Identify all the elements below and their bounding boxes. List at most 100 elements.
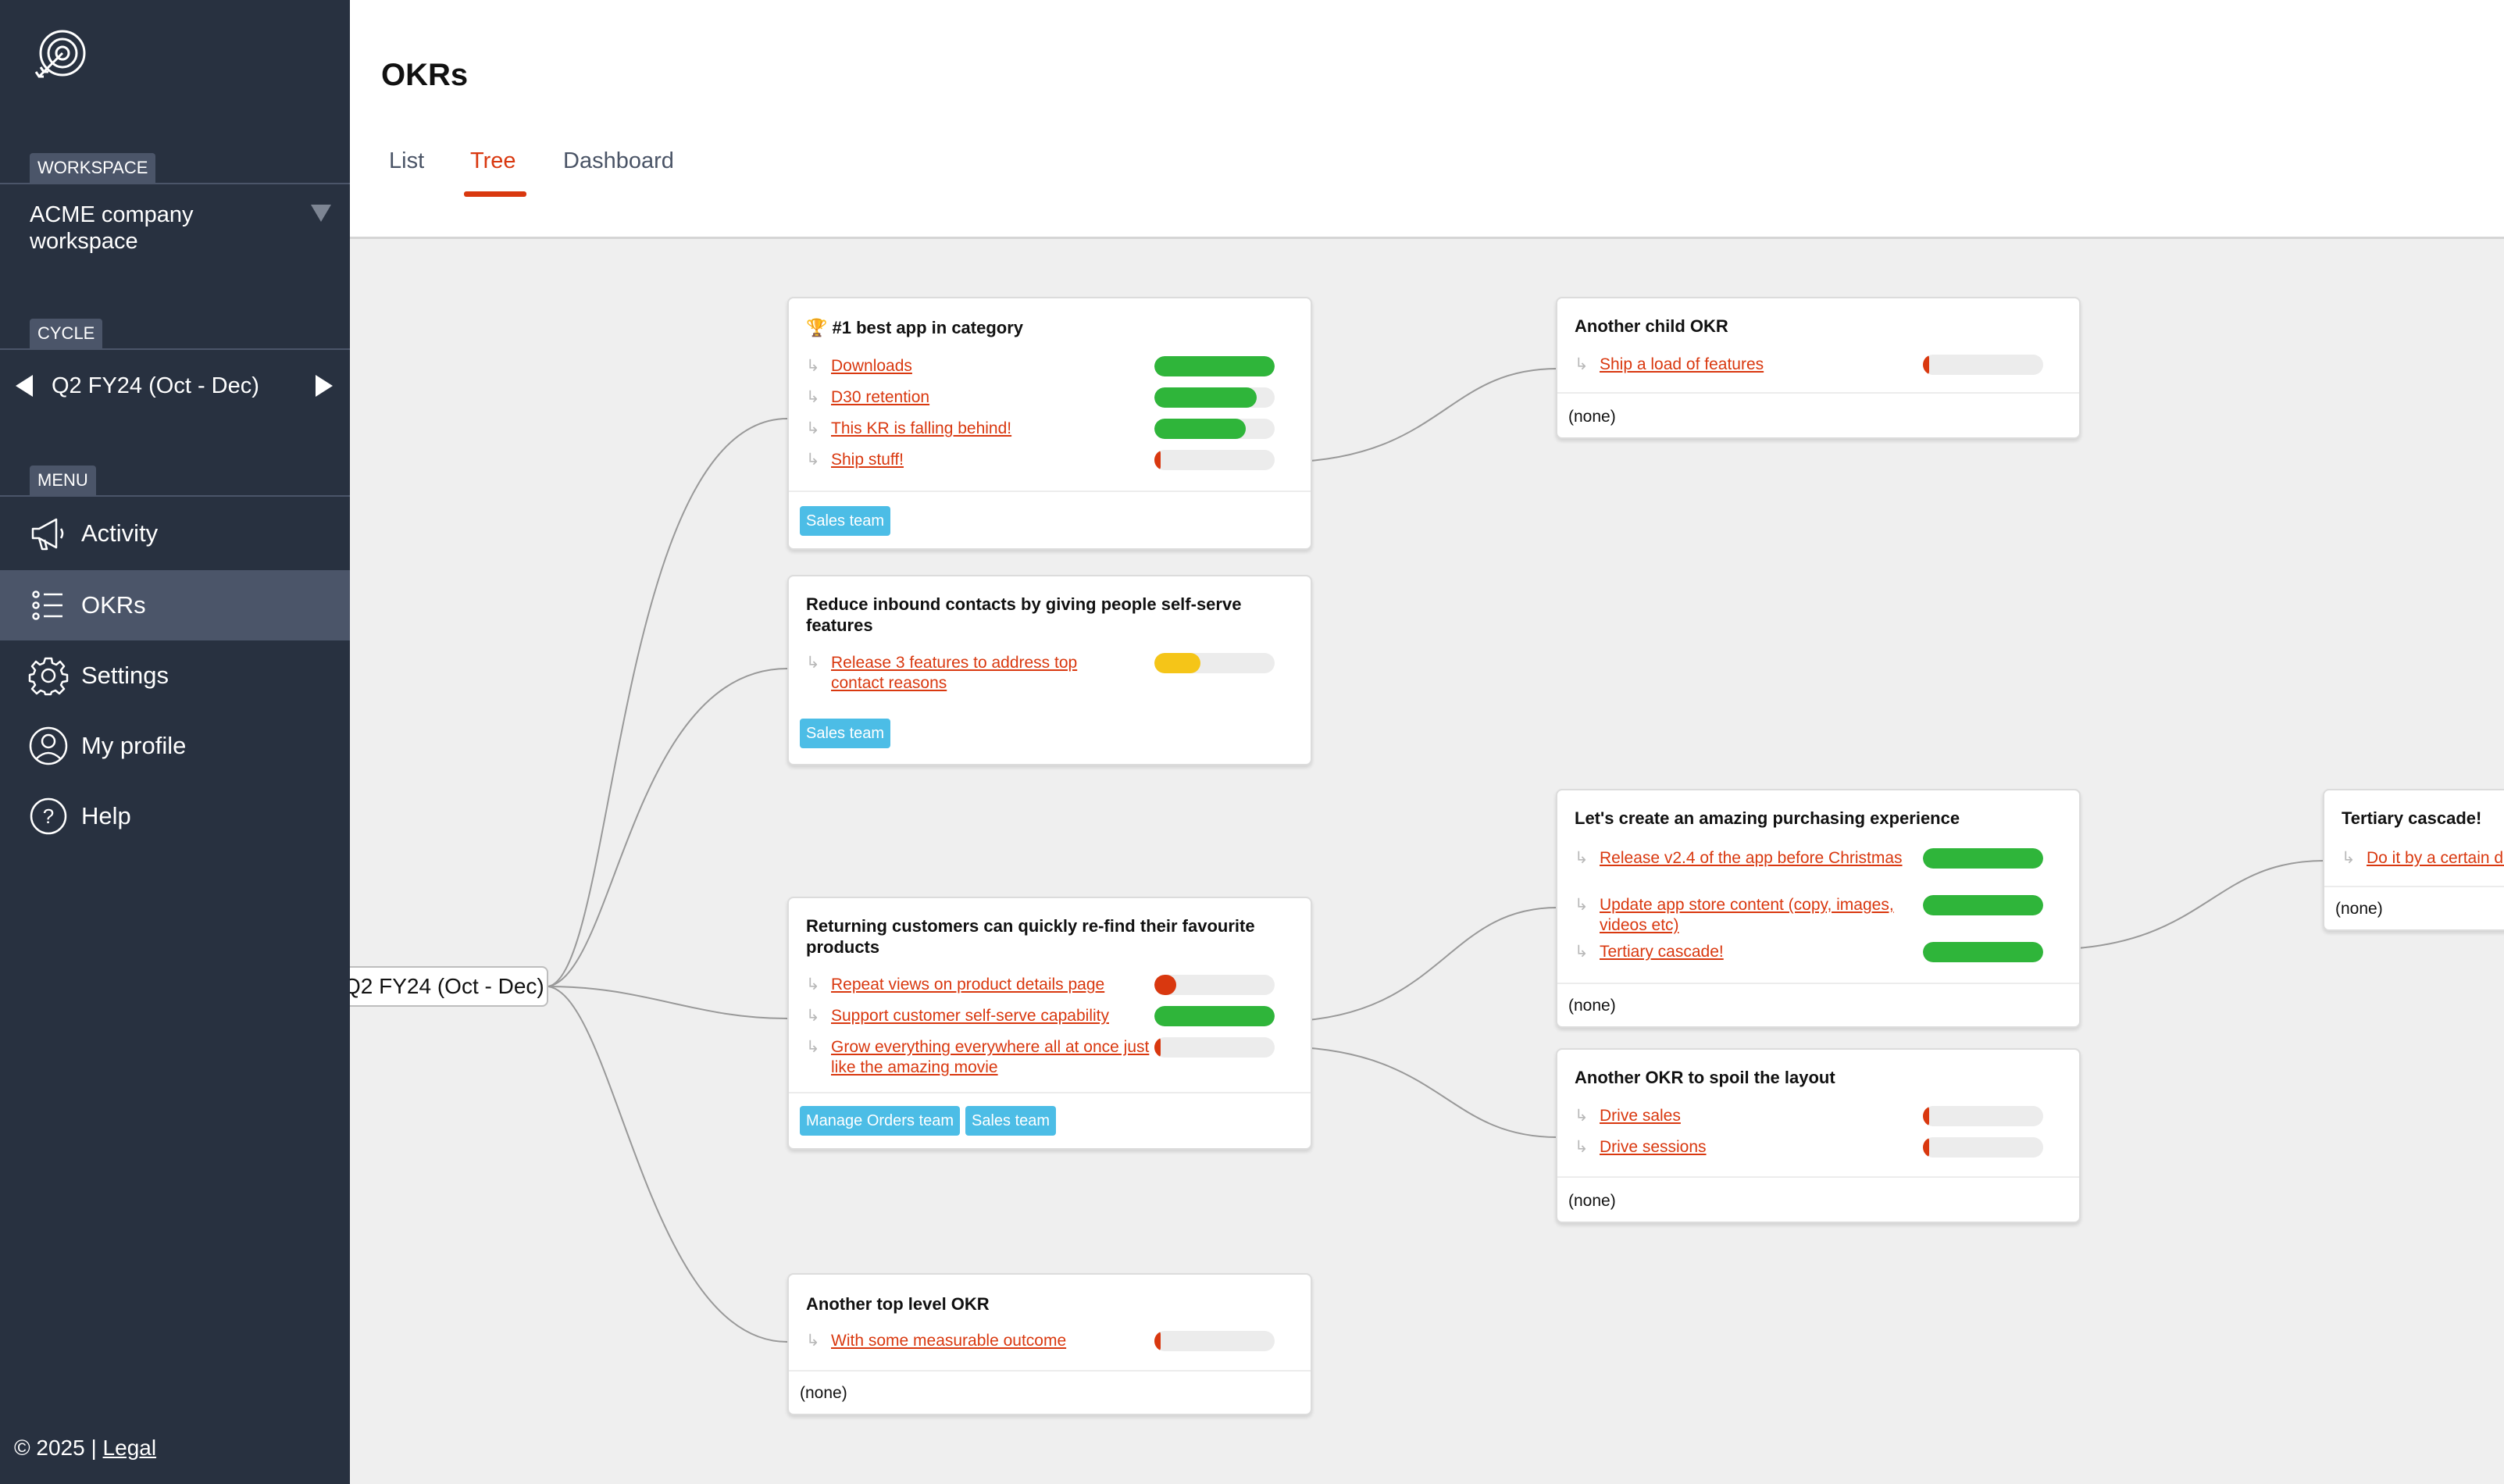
kr-link[interactable]: Update app store content (copy, images, … <box>1600 895 1920 936</box>
kr-link[interactable]: Ship a load of features <box>1600 355 1764 373</box>
okr-title: Returning customers can quickly re-find … <box>806 916 1255 957</box>
progress-fill <box>1154 1331 1161 1351</box>
kr-link[interactable]: Ship stuff! <box>831 451 904 469</box>
progress-fill <box>1923 942 2043 962</box>
kr-link[interactable]: Drive sessions <box>1600 1138 1707 1156</box>
okr-tree-canvas[interactable]: Q2 FY24 (Oct - Dec) 🏆 #1 best app in cat… <box>350 239 2504 1484</box>
sidebar-item-label: Settings <box>81 662 169 689</box>
key-result: ↳ Drive sales <box>1575 1106 1903 1126</box>
legal-link[interactable]: Legal <box>103 1436 157 1460</box>
okr-title: Let's create an amazing purchasing exper… <box>1575 808 1960 828</box>
card-divider <box>1557 1176 2079 1178</box>
cycle-divider <box>0 348 350 350</box>
megaphone-icon <box>31 518 64 551</box>
progress-bar <box>1154 653 1275 673</box>
team-tag[interactable]: Sales team <box>800 506 891 536</box>
card-divider <box>789 491 1311 492</box>
kr-link[interactable]: Support customer self-serve capability <box>831 1007 1109 1025</box>
progress-bar <box>1154 1006 1275 1026</box>
cycle-root-node[interactable]: Q2 FY24 (Oct - Dec) <box>350 966 548 1007</box>
okr-card-best-app[interactable]: 🏆 #1 best app in category ↳ Downloads ↳ D3… <box>787 297 1312 550</box>
key-result: ↳ Downloads <box>806 356 1134 376</box>
help-icon: ? <box>30 797 67 835</box>
child-arrow-icon: ↳ <box>1575 943 1589 961</box>
key-result: ↳ Drive sessions <box>1575 1137 1903 1158</box>
child-arrow-icon: ↳ <box>806 1007 820 1025</box>
kr-link[interactable]: Drive sales <box>1600 1107 1681 1125</box>
tab-tree[interactable]: Tree <box>470 148 516 174</box>
key-result: ↳ Support customer self-serve capability <box>806 1006 1134 1026</box>
sidebar-item-activity[interactable]: Activity <box>0 498 350 569</box>
page-header: OKRs List Tree Dashboard <box>350 0 2504 239</box>
next-cycle-icon[interactable] <box>316 375 333 397</box>
no-teams-text: (none) <box>1568 1192 1616 1210</box>
sidebar-item-settings[interactable]: Settings <box>0 640 350 711</box>
kr-link[interactable]: Grow everything everywhere all at once j… <box>831 1037 1151 1078</box>
kr-link[interactable]: Release v2.4 of the app before Christmas <box>1600 848 1912 869</box>
page-title: OKRs <box>381 58 469 92</box>
okr-card-another-child[interactable]: Another child OKR ↳ Ship a load of featur… <box>1556 297 2081 439</box>
no-teams-text: (none) <box>800 1384 847 1402</box>
okr-card-purchasing-experience[interactable]: Let's create an amazing purchasing exper… <box>1556 789 2081 1028</box>
progress-bar <box>1154 1037 1275 1058</box>
connector-line <box>1278 907 1558 1029</box>
card-divider <box>1557 392 2079 394</box>
team-tag[interactable]: Sales team <box>965 1106 1057 1136</box>
key-result: ↳ Release v2.4 of the app before Christma… <box>1575 848 1903 869</box>
okr-title: Tertiary cascade! <box>2342 808 2482 828</box>
team-tag[interactable]: Manage Orders team <box>800 1106 960 1136</box>
sidebar-item-okrs[interactable]: OKRs <box>0 570 350 640</box>
kr-link[interactable]: Repeat views on product details page <box>831 976 1104 993</box>
okr-card-spoil-layout[interactable]: Another OKR to spoil the layout ↳ Drive s… <box>1556 1048 2081 1223</box>
kr-link[interactable]: Do it by a certain date <box>2367 849 2504 867</box>
sidebar-item-help[interactable]: ? Help <box>0 781 350 851</box>
list-icon <box>32 590 62 620</box>
kr-link[interactable]: Release 3 features to address top contac… <box>831 653 1120 694</box>
progress-fill <box>1923 1137 1929 1158</box>
okr-card-tertiary-cascade[interactable]: Tertiary cascade! ↳ Do it by a certain da… <box>2323 789 2504 931</box>
key-result: ↳ Grow everything everywhere all at once … <box>806 1037 1149 1076</box>
okr-card-reduce-inbound[interactable]: Reduce inbound contacts by giving people… <box>787 575 1312 765</box>
no-teams-text: (none) <box>1568 408 1616 426</box>
menu-divider <box>0 495 350 497</box>
card-divider <box>1557 983 2079 984</box>
kr-link[interactable]: Downloads <box>831 357 912 375</box>
progress-bar <box>1154 1331 1275 1351</box>
target-logo-icon[interactable] <box>31 28 94 91</box>
key-result: ↳ Release 3 features to address top conta… <box>806 653 1134 692</box>
child-arrow-icon: ↳ <box>1575 355 1589 373</box>
child-arrow-icon: ↳ <box>806 976 820 993</box>
connector-line <box>548 986 788 1343</box>
child-arrow-icon: ↳ <box>1575 1138 1589 1156</box>
kr-link[interactable]: Tertiary cascade! <box>1600 943 1724 961</box>
child-arrow-icon: ↳ <box>806 1332 820 1350</box>
progress-fill <box>1154 975 1176 995</box>
cycle-selector: Q2 FY24 (Oct - Dec) <box>0 367 350 406</box>
key-result: ↳ Ship stuff! <box>806 450 1134 470</box>
team-tag[interactable]: Sales team <box>800 719 891 748</box>
key-result: ↳ Tertiary cascade! <box>1575 942 1903 962</box>
okr-card-returning-customers[interactable]: Returning customers can quickly re-find … <box>787 897 1312 1150</box>
workspace-selector[interactable]: ACME company workspace <box>30 202 295 255</box>
workspace-divider <box>0 183 350 184</box>
card-divider <box>2324 886 2504 887</box>
cycle-name: Q2 FY24 (Oct - Dec) <box>52 373 259 398</box>
tab-list[interactable]: List <box>389 148 424 174</box>
tab-dashboard[interactable]: Dashboard <box>563 148 674 174</box>
kr-link[interactable]: This KR is falling behind! <box>831 419 1011 437</box>
svg-text:?: ? <box>43 804 54 828</box>
cycle-section-label: CYCLE <box>30 319 103 348</box>
sidebar-item-my-profile[interactable]: My profile <box>0 711 350 781</box>
progress-bar <box>1923 942 2043 962</box>
okr-card-another-top-level[interactable]: Another top level OKR ↳ With some measura… <box>787 1273 1312 1415</box>
gear-icon <box>28 657 69 696</box>
previous-cycle-icon[interactable] <box>16 375 33 397</box>
kr-link[interactable]: D30 retention <box>831 388 929 406</box>
kr-link[interactable]: With some measurable outcome <box>831 1332 1066 1350</box>
child-arrow-icon: ↳ <box>806 1038 820 1056</box>
tree-connectors <box>548 368 2325 1343</box>
key-result: ↳ Update app store content (copy, images,… <box>1575 895 1903 934</box>
card-divider <box>789 1370 1311 1372</box>
child-arrow-icon: ↳ <box>806 357 820 375</box>
caret-down-icon[interactable] <box>311 205 331 222</box>
